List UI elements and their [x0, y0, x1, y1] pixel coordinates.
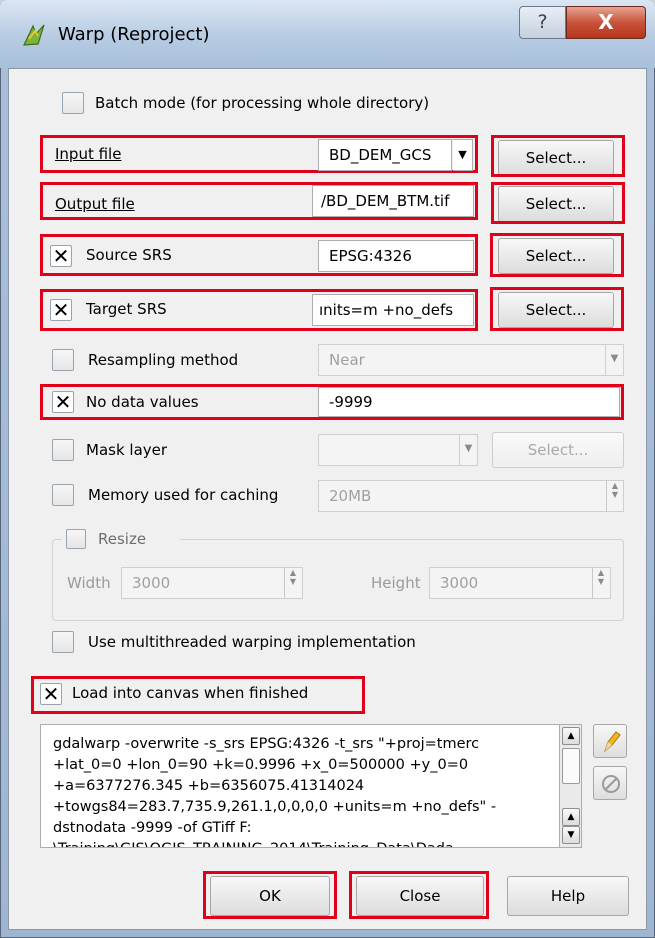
- batch-mode-label: Batch mode (for processing whole directo…: [95, 94, 430, 112]
- title-bar[interactable]: Warp (Reproject) ? X: [0, 0, 655, 68]
- mask-layer-label: Mask layer: [86, 441, 168, 459]
- resize-width-field[interactable]: 3000: [121, 567, 303, 599]
- memory-label: Memory used for caching: [88, 486, 279, 504]
- batch-mode-checkbox[interactable]: [62, 92, 84, 114]
- no-data-checkbox[interactable]: ✕: [52, 391, 74, 413]
- command-scrollbar[interactable]: ▲ ▲ ▼: [559, 724, 582, 848]
- target-srs-label: Target SRS: [86, 300, 167, 318]
- target-srs-checkbox[interactable]: ✕: [50, 299, 72, 321]
- mask-layer-combo[interactable]: [318, 434, 478, 466]
- command-line: +a=6377276.345 +b=6356075.41314024: [53, 778, 365, 794]
- edit-command-button[interactable]: [593, 724, 627, 758]
- command-line: dstnodata -9999 -of GTiff F:: [53, 820, 252, 836]
- close-highlight: [349, 871, 489, 919]
- multithreaded-label: Use multithreaded warping implementation: [88, 633, 416, 651]
- load-canvas-label: Load into canvas when finished: [72, 684, 309, 702]
- resize-label: Resize: [98, 530, 147, 548]
- source-srs-select-highlight: [490, 233, 624, 277]
- resampling-label: Resampling method: [88, 351, 239, 369]
- qgis-icon: [23, 24, 45, 46]
- source-srs-label: Source SRS: [86, 246, 172, 264]
- command-line: gdalwarp -overwrite -s_srs EPSG:4326 -t_…: [53, 736, 480, 752]
- output-file-label: Output file: [55, 195, 135, 213]
- mask-layer-select-button[interactable]: Select...: [492, 432, 624, 468]
- title-help-button[interactable]: ?: [519, 6, 566, 39]
- scroll-thumb[interactable]: [562, 748, 580, 784]
- command-line: +towgs84=283.7,735.9,261.1,0,0,0,0 +unit…: [53, 799, 497, 815]
- memory-checkbox[interactable]: [52, 484, 74, 506]
- chevron-down-icon[interactable]: ▼: [605, 344, 623, 376]
- multithreaded-checkbox[interactable]: [52, 631, 74, 653]
- ok-highlight: [203, 871, 337, 919]
- resampling-checkbox[interactable]: [52, 349, 74, 371]
- target-srs-field[interactable]: ınits=m +no_defs: [312, 294, 474, 326]
- memory-spinbox[interactable]: 20MB: [318, 480, 624, 512]
- no-data-label: No data values: [86, 393, 199, 411]
- target-srs-select-highlight: [490, 287, 624, 331]
- pencil-icon: [603, 731, 621, 753]
- window-title: Warp (Reproject): [58, 24, 210, 45]
- scroll-down-icon[interactable]: ▲: [562, 808, 580, 826]
- chevron-down-icon[interactable]: ▼: [453, 139, 473, 171]
- reset-icon: [602, 775, 620, 793]
- resize-height-field[interactable]: 3000: [429, 567, 611, 599]
- source-srs-checkbox[interactable]: ✕: [50, 245, 72, 267]
- help-button[interactable]: Help: [507, 876, 629, 916]
- scroll-down-icon[interactable]: ▼: [562, 826, 580, 844]
- chevron-down-icon[interactable]: ▼: [459, 434, 477, 466]
- memory-spin-arrows[interactable]: ▲ ▼: [606, 481, 623, 511]
- output-file-field[interactable]: /BD_DEM_BTM.tif: [312, 185, 474, 217]
- scroll-up-icon[interactable]: ▲: [562, 727, 580, 745]
- mask-layer-checkbox[interactable]: [52, 439, 74, 461]
- command-line: +lat_0=0 +lon_0=90 +k=0.9996 +x_0=500000…: [53, 757, 469, 773]
- resize-checkbox[interactable]: [66, 529, 86, 549]
- input-file-label: Input file: [55, 145, 122, 163]
- reset-command-button[interactable]: [593, 766, 627, 800]
- height-spin-arrows[interactable]: ▲ ▼: [592, 568, 609, 598]
- resize-width-label: Width: [67, 574, 111, 592]
- no-data-field[interactable]: -9999: [318, 387, 620, 417]
- load-canvas-checkbox[interactable]: ✕: [40, 683, 62, 705]
- title-close-button[interactable]: X: [566, 6, 646, 39]
- command-text-area[interactable]: gdalwarp -overwrite -s_srs EPSG:4326 -t_…: [40, 724, 560, 848]
- source-srs-field[interactable]: EPSG:4326: [318, 240, 474, 272]
- output-file-select-highlight: [491, 182, 625, 224]
- input-file-select-highlight: [491, 135, 625, 177]
- width-spin-arrows[interactable]: ▲ ▼: [284, 568, 301, 598]
- resampling-combo[interactable]: Near: [318, 344, 624, 376]
- input-file-combo[interactable]: BD_DEM_GCS: [318, 139, 452, 171]
- resize-height-label: Height: [371, 574, 421, 592]
- command-line: \Training\GIS\QGIS_TRAINING_2014\Trainin…: [53, 839, 549, 847]
